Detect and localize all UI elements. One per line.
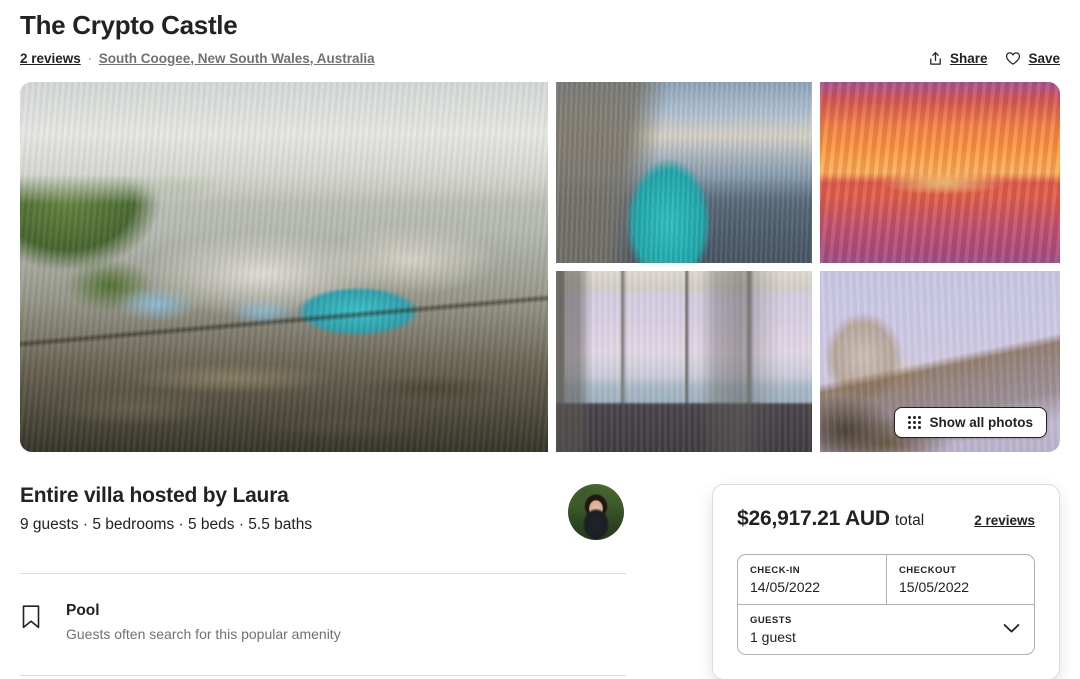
bedroom-seaview-image <box>556 271 812 452</box>
amenity-name: Pool <box>66 602 100 619</box>
gallery-photo-bedroom[interactable] <box>556 271 812 452</box>
booking-fields: CHECK-IN 14/05/2022 CHECKOUT 15/05/2022 … <box>737 554 1035 655</box>
listing-details-column: Entire villa hosted by Laura 9 guests · … <box>20 484 626 679</box>
gallery-photo-pool[interactable] <box>556 82 812 263</box>
checkin-field[interactable]: CHECK-IN 14/05/2022 <box>738 555 886 604</box>
share-upload-icon <box>928 51 943 66</box>
grid-dots-icon <box>907 416 921 429</box>
location-link[interactable]: South Coogee, New South Wales, Australia <box>99 51 375 66</box>
listing-page: The Crypto Castle 2 reviews · South Coog… <box>0 0 1080 679</box>
host-text: Entire villa hosted by Laura 9 guests · … <box>20 484 312 534</box>
villa-aerial-image <box>20 82 548 452</box>
host-title: Entire villa hosted by Laura <box>20 484 289 507</box>
listing-subheader: 2 reviews · South Coogee, New South Wale… <box>20 47 1060 69</box>
show-all-photos-label: Show all photos <box>929 415 1034 430</box>
checkin-value: 14/05/2022 <box>750 579 821 595</box>
host-section: Entire villa hosted by Laura 9 guests · … <box>20 484 626 540</box>
pool-cliff-image <box>556 82 812 263</box>
save-label: Save <box>1028 50 1060 66</box>
price-unit: total <box>894 512 925 529</box>
booking-column: $26,917.21 AUD total 2 reviews CHECK-IN 1… <box>712 484 1060 679</box>
show-all-photos-button[interactable]: Show all photos <box>893 407 1047 438</box>
checkout-label: CHECKOUT <box>899 565 957 576</box>
heart-icon <box>1005 51 1021 66</box>
page-title: The Crypto Castle <box>20 10 238 40</box>
gallery-photo-hero[interactable] <box>20 82 548 452</box>
photo-gallery: Show all photos <box>20 82 1060 452</box>
checkout-value: 15/05/2022 <box>899 579 970 595</box>
amenity-text: Pool Guests often search for this popula… <box>66 602 341 642</box>
listing-body: Entire villa hosted by Laura 9 guests · … <box>20 484 1060 679</box>
booking-card: $26,917.21 AUD total 2 reviews CHECK-IN 1… <box>712 484 1060 679</box>
listing-meta: 2 reviews · South Coogee, New South Wale… <box>20 51 375 66</box>
amenity-highlight: Pool Guests often search for this popula… <box>20 602 626 642</box>
guests-field[interactable]: GUESTS 1 guest <box>738 604 1034 654</box>
price-amount: $26,917.21 AUD <box>737 507 890 530</box>
price-block: $26,917.21 AUD total <box>737 507 924 531</box>
share-button[interactable]: Share <box>928 50 988 66</box>
dates-row: CHECK-IN 14/05/2022 CHECKOUT 15/05/2022 <box>738 555 1034 604</box>
bookmark-icon <box>20 604 42 635</box>
listing-actions: Share Save <box>928 51 1060 66</box>
amenity-description: Guests often search for this popular ame… <box>66 626 341 642</box>
avatar[interactable] <box>568 484 624 540</box>
save-button[interactable]: Save <box>1005 51 1060 66</box>
reviews-link[interactable]: 2 reviews <box>20 51 81 66</box>
guests-value: 1 guest <box>750 629 796 645</box>
guests-label: GUESTS <box>750 615 792 626</box>
checkout-field[interactable]: CHECKOUT 15/05/2022 <box>886 555 1034 604</box>
price-row: $26,917.21 AUD total 2 reviews <box>737 507 1035 531</box>
booking-reviews-link[interactable]: 2 reviews <box>974 513 1035 528</box>
chevron-down-icon[interactable] <box>1003 621 1020 639</box>
section-divider-top <box>20 573 626 574</box>
section-divider-bottom <box>20 675 626 676</box>
host-capacity: 9 guests · 5 bedrooms · 5 beds · 5.5 bat… <box>20 516 313 533</box>
checkin-label: CHECK-IN <box>750 565 801 576</box>
meta-separator: · <box>87 51 92 65</box>
guests-field-inner: GUESTS 1 guest <box>738 605 1003 654</box>
sunset-ocean-image <box>820 82 1060 263</box>
share-label: Share <box>949 50 988 66</box>
gallery-photo-sunset[interactable] <box>820 82 1060 263</box>
